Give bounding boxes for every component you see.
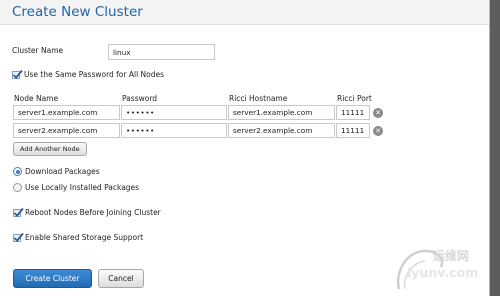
header-node-name: Node Name (14, 94, 59, 103)
watermark-url-text: iyunv.com (407, 265, 479, 280)
node1-hostname-input[interactable] (228, 105, 335, 120)
same-password-label: Use the Same Password for All Nodes (24, 70, 165, 79)
header-password: Password (122, 94, 158, 103)
cluster-name-label: Cluster Name (12, 46, 64, 55)
node2-hostname-input[interactable] (228, 123, 335, 138)
cluster-name-input[interactable] (108, 44, 215, 60)
node2-name-input[interactable] (13, 123, 120, 138)
add-node-button[interactable]: Add Another Node (13, 142, 87, 156)
checkmark-icon (13, 207, 24, 217)
header-ricci-port: Ricci Port (337, 94, 372, 103)
header-ricci-hostname: Ricci Hostname (229, 94, 288, 103)
shared-storage-checkbox[interactable] (13, 232, 24, 242)
node1-password-input[interactable] (121, 105, 227, 120)
node1-port-input[interactable] (336, 105, 370, 120)
cancel-button[interactable]: Cancel (98, 269, 144, 288)
watermark-cn-text: 运维网 (433, 249, 470, 263)
reboot-nodes-label: Reboot Nodes Before Joining Cluster (25, 208, 161, 217)
same-password-checkbox[interactable] (12, 69, 23, 79)
local-packages-label: Use Locally Installed Packages (25, 183, 140, 192)
node2-password-input[interactable] (121, 123, 227, 138)
close-circle-icon[interactable]: ✕ (373, 108, 383, 118)
watermark-logo: 运维网 iyunv.com (393, 243, 493, 293)
close-circle-icon[interactable]: ✕ (373, 126, 383, 136)
node1-name-input[interactable] (13, 105, 120, 120)
local-packages-radio[interactable] (13, 183, 22, 192)
download-packages-label: Download Packages (25, 167, 100, 176)
dialog-header: Create New Cluster (0, 0, 489, 25)
reboot-nodes-checkbox[interactable] (13, 207, 24, 217)
checkmark-icon (13, 232, 24, 242)
download-packages-radio[interactable] (13, 167, 22, 176)
shared-storage-label: Enable Shared Storage Support (25, 233, 144, 242)
create-cluster-button[interactable]: Create Cluster (13, 269, 92, 288)
checkmark-icon (12, 69, 23, 79)
node2-port-input[interactable] (336, 123, 370, 138)
dialog-title: Create New Cluster (12, 4, 143, 20)
